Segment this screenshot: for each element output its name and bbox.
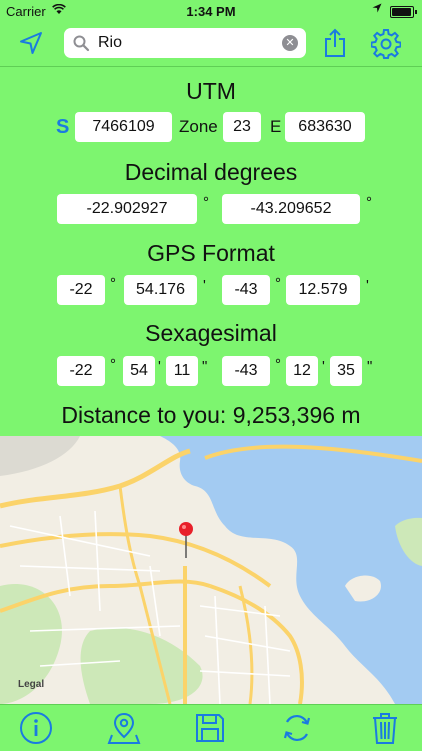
distance-label: Distance to you: 9,253,396 m: [61, 402, 361, 428]
utm-hemisphere[interactable]: S: [56, 112, 69, 142]
gps-lon-degree-symbol: °: [275, 275, 281, 292]
status-bar: Carrier 1:34 PM: [0, 0, 422, 22]
utm-easting-label: E: [270, 117, 282, 136]
location-services-icon: [372, 3, 382, 16]
sexa-lat-min-field[interactable]: 54: [123, 356, 155, 386]
refresh-icon[interactable]: [279, 710, 315, 746]
gps-heading: GPS Format: [147, 240, 275, 266]
battery-icon: [390, 6, 417, 18]
sexa-lon-second-symbol: ": [367, 358, 373, 375]
utm-northing-field[interactable]: 7466109: [75, 112, 172, 142]
utm-easting-field[interactable]: 683630: [285, 112, 365, 142]
search-bar[interactable]: ✕: [64, 28, 306, 58]
sexa-lon-sec-field[interactable]: 35: [330, 356, 362, 386]
gps-lon-minute-symbol: ': [366, 277, 369, 294]
top-bar: ✕: [0, 22, 422, 66]
sexa-lat-deg-field[interactable]: -22: [57, 356, 105, 386]
decimal-lon-degree-symbol: °: [366, 194, 372, 211]
utm-zone-field[interactable]: 23: [223, 112, 261, 142]
location-arrow-icon[interactable]: [14, 28, 48, 58]
map-pin-icon[interactable]: [106, 710, 142, 746]
gps-lat-min-field[interactable]: 54.176: [124, 275, 197, 305]
gps-lat-degree-symbol: °: [110, 275, 116, 292]
sexa-lat-sec-field[interactable]: 11: [166, 356, 198, 386]
decimal-lon-field[interactable]: -43.209652: [222, 194, 360, 224]
top-divider: [0, 66, 422, 67]
sexa-lon-deg-field[interactable]: -43: [222, 356, 270, 386]
gps-lat-deg-field[interactable]: -22: [57, 275, 105, 305]
search-icon: [73, 35, 90, 52]
decimal-lat-field[interactable]: -22.902927: [57, 194, 197, 224]
sexa-lat-second-symbol: ": [202, 358, 208, 375]
utm-zone-label: Zone: [179, 117, 218, 136]
info-icon[interactable]: [18, 710, 54, 746]
clear-search-icon[interactable]: ✕: [282, 35, 298, 51]
gear-icon[interactable]: [368, 26, 404, 62]
gps-lon-min-field[interactable]: 12.579: [286, 275, 360, 305]
sexa-lon-min-field[interactable]: 12: [286, 356, 318, 386]
map-graphic: [0, 436, 422, 704]
search-input[interactable]: [96, 33, 280, 53]
map-legal-link[interactable]: Legal: [18, 679, 44, 690]
gps-lon-deg-field[interactable]: -43: [222, 275, 270, 305]
sexa-lon-minute-symbol: ': [322, 358, 325, 375]
map-view[interactable]: Legal: [0, 436, 422, 704]
decimal-heading: Decimal degrees: [124, 159, 298, 185]
utm-heading: UTM: [186, 78, 236, 104]
floppy-disk-icon[interactable]: [192, 710, 228, 746]
share-icon[interactable]: [318, 26, 352, 60]
sexagesimal-heading: Sexagesimal: [145, 320, 277, 346]
decimal-lat-degree-symbol: °: [203, 194, 209, 211]
status-time: 1:34 PM: [186, 4, 236, 19]
sexa-lat-minute-symbol: ': [158, 358, 161, 375]
gps-lat-minute-symbol: ': [203, 277, 206, 294]
sexa-lon-degree-symbol: °: [275, 356, 281, 373]
trash-icon[interactable]: [367, 710, 403, 746]
sexa-lat-degree-symbol: °: [110, 356, 116, 373]
bottom-toolbar: [0, 704, 422, 751]
